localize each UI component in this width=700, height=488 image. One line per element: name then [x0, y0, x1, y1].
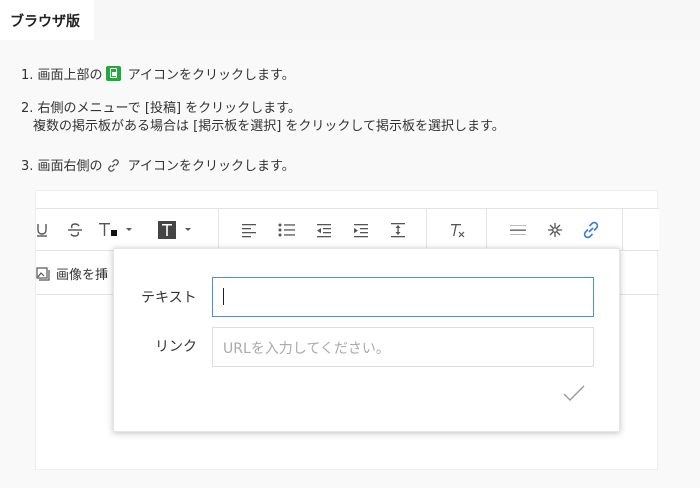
background-color-dropdown[interactable]: [158, 209, 202, 250]
outdent-icon[interactable]: [313, 209, 335, 250]
insert-image-label: 画像を挿: [56, 268, 109, 283]
underline-icon[interactable]: [36, 209, 52, 250]
link-field-label: リンク: [155, 339, 197, 355]
text-color-icon: [99, 222, 132, 236]
background-color-icon: [158, 220, 191, 239]
insert-link-icon[interactable]: [580, 209, 602, 250]
clear-format-icon[interactable]: [446, 209, 468, 250]
link-icon: [107, 159, 119, 172]
text-input[interactable]: [212, 277, 594, 317]
align-left-icon[interactable]: [238, 209, 260, 250]
toolbar-divider: [218, 209, 219, 250]
text-field-label: テキスト: [141, 290, 197, 306]
step-1-suffix: アイコンをクリックします。: [123, 68, 295, 83]
link-dialog: テキスト リンク URLを入力してください。: [113, 248, 620, 432]
step-3: 3. 画面右側の アイコンをクリックします。: [21, 158, 295, 176]
post-document-icon: [105, 66, 121, 81]
step-2-line-1: 2. 右側のメニューで [投稿] をクリックします。: [21, 101, 301, 116]
special-character-icon[interactable]: [544, 209, 566, 250]
text-color-dropdown[interactable]: [98, 209, 142, 250]
step-3-prefix: 3. 画面右側の: [21, 159, 103, 174]
step-1: 1. 画面上部の アイコンをクリックします。: [21, 66, 295, 85]
step-2: 2. 右側のメニューで [投稿] をクリックします。 複数の掲示板がある場合は …: [21, 100, 505, 136]
url-input[interactable]: URLを入力してください。: [212, 327, 594, 367]
text-cursor: [223, 288, 224, 305]
step-3-suffix: アイコンをクリックします。: [123, 159, 295, 174]
tab-browser-version[interactable]: ブラウザ版: [0, 0, 94, 40]
editor-toolbar: [36, 208, 659, 251]
toolbar-divider: [426, 209, 427, 250]
image-icon: [36, 267, 50, 281]
url-input-placeholder: URLを入力してください。: [223, 341, 390, 357]
step-1-prefix: 1. 画面上部の: [21, 68, 103, 83]
horizontal-rule-icon[interactable]: [507, 209, 529, 250]
toolbar-divider: [486, 209, 487, 250]
confirm-check-icon[interactable]: [562, 381, 586, 405]
indent-icon[interactable]: [350, 209, 372, 250]
tab-bar: ブラウザ版: [0, 0, 700, 40]
toolbar-divider: [622, 209, 623, 250]
insert-image-button[interactable]: 画像を挿: [36, 264, 108, 283]
line-height-icon[interactable]: [387, 209, 409, 250]
step-2-line-2: 複数の掲示板がある場合は [掲示板を選択] をクリックして掲示板を選択します。: [33, 119, 505, 134]
bulleted-list-icon[interactable]: [276, 209, 298, 250]
strikethrough-icon[interactable]: [64, 209, 86, 250]
